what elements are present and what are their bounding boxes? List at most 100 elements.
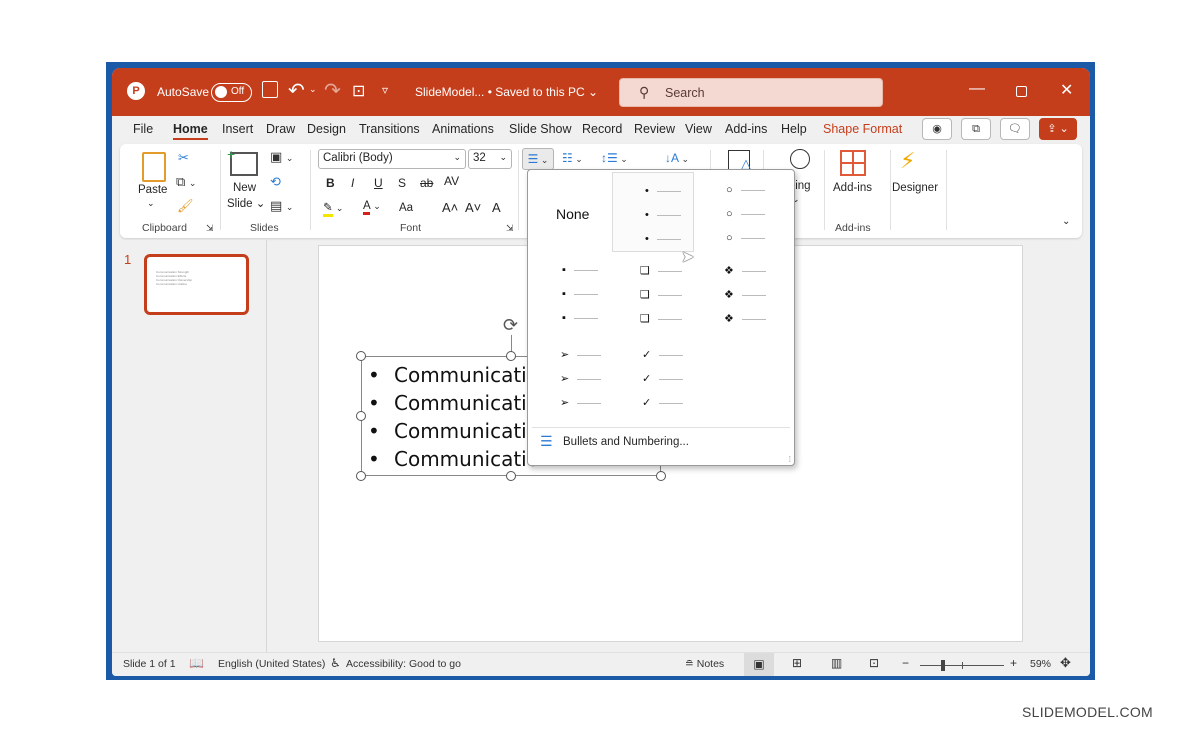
text-direction-button[interactable]: ↓A ⌄ [665, 151, 689, 165]
autosave-toggle[interactable]: Off [211, 83, 252, 102]
accessibility-icon[interactable]: ♿ [330, 656, 341, 670]
reading-view-button[interactable]: ▥ [831, 656, 842, 670]
dialog-launcher-icon[interactable]: ⇲ [506, 223, 514, 234]
format-painter-icon[interactable]: 🖌 [177, 198, 194, 214]
font-name-combo[interactable]: Calibri (Body) ⌄ [318, 149, 466, 169]
underline-button[interactable]: U [374, 176, 383, 190]
close-button[interactable]: ✕ [1060, 80, 1073, 100]
spell-check-icon[interactable]: 📖 [189, 656, 204, 670]
tab-design[interactable]: Design [307, 122, 346, 136]
section-icon[interactable]: ▤ ⌄ [270, 198, 293, 214]
bullet-option-checkmark[interactable]: ✓ ✓ ✓ [616, 344, 698, 424]
undo-dropdown-icon[interactable]: ⌄ [309, 84, 317, 95]
bullet-option-star[interactable]: ❖ ❖ ❖ [700, 258, 782, 338]
paste-button[interactable]: Paste [138, 184, 167, 196]
document-title[interactable]: SlideModel... • Saved to this PC ⌄ [415, 85, 598, 99]
slide-sorter-button[interactable]: ⊞ [792, 656, 802, 670]
tab-animations[interactable]: Animations [432, 122, 494, 136]
accessibility-status[interactable]: Accessibility: Good to go [346, 658, 461, 670]
notes-button[interactable]: ≘ Notes [685, 658, 724, 670]
zoom-slider-thumb[interactable] [940, 660, 945, 671]
tab-record[interactable]: Record [582, 122, 622, 136]
collapse-ribbon-icon[interactable]: ⌄ [1062, 216, 1070, 227]
copy-icon[interactable]: ⧉ ⌄ [176, 174, 196, 190]
zoom-out-button[interactable]: − [902, 656, 909, 670]
tab-review[interactable]: Review [634, 122, 675, 136]
tab-home[interactable]: Home [173, 122, 208, 140]
bullet-item[interactable]: • Communicatio [368, 363, 539, 387]
new-slide-button[interactable]: New [233, 182, 256, 194]
new-slide-icon[interactable]: + [227, 146, 258, 176]
grow-font-button[interactable]: A˄ [442, 200, 458, 215]
record-button[interactable]: ◉ [922, 118, 952, 140]
dialog-launcher-icon[interactable]: ⇲ [206, 223, 214, 234]
present-icon[interactable]: ⊡ [352, 81, 365, 101]
font-color-button[interactable]: A ⌄ [363, 200, 381, 215]
bullet-option-none[interactable]: None [532, 172, 614, 252]
layout-icon[interactable]: ▣ ⌄ [270, 149, 293, 165]
tab-shape-format[interactable]: Shape Format [823, 122, 902, 136]
resize-handle[interactable] [506, 351, 516, 361]
bullet-option-hollow-square[interactable]: ❑ ❑ ❑ [616, 258, 698, 338]
slide-show-button[interactable]: ⊡ [869, 656, 879, 670]
tab-insert[interactable]: Insert [222, 122, 253, 136]
resize-handle[interactable] [506, 471, 516, 481]
rotate-handle-icon[interactable]: ⟳ [503, 315, 518, 336]
normal-view-button[interactable]: ▣ [744, 653, 774, 676]
reset-icon[interactable]: ⟲ [270, 174, 281, 190]
resize-handle[interactable] [356, 351, 366, 361]
strikethrough-button[interactable]: ab [420, 176, 433, 190]
resize-handle[interactable] [356, 411, 366, 421]
change-case-button[interactable]: Aa [399, 202, 413, 214]
line-spacing-button[interactable]: ↕☰ ⌄ [601, 151, 628, 165]
search-box[interactable]: ⚲ Search [619, 78, 883, 107]
font-size-combo[interactable]: 32 ⌄ [468, 149, 512, 169]
language-status[interactable]: English (United States) [218, 658, 325, 670]
teams-button[interactable]: ⧉ [961, 118, 991, 140]
tab-draw[interactable]: Draw [266, 122, 295, 136]
bullets-and-numbering-item[interactable]: Bullets and Numbering... [563, 436, 689, 448]
highlight-color-button[interactable]: ✎ ⌄ [323, 200, 343, 217]
zoom-in-button[interactable]: + [1010, 656, 1017, 670]
zoom-slider[interactable] [920, 660, 1004, 671]
bullet-item[interactable]: • Communicatio [368, 391, 539, 415]
bullet-item[interactable]: • Communicatio [368, 447, 539, 471]
bullet-item[interactable]: • Communicatio [368, 419, 539, 443]
bullet-option-hollow-round[interactable]: ○ ○ ○ [696, 172, 778, 252]
paste-icon[interactable] [142, 152, 166, 182]
bullet-option-filled-square[interactable]: ▪ ▪ ▪ [532, 258, 614, 338]
add-ins-icon[interactable] [840, 150, 866, 176]
designer-icon[interactable]: ⚡ [900, 148, 915, 174]
clear-formatting-button[interactable]: A [492, 200, 501, 215]
shrink-font-button[interactable]: A˅ [465, 200, 481, 215]
save-icon[interactable] [262, 81, 278, 98]
bullet-option-arrow[interactable]: ➢ ➢ ➢ [532, 344, 614, 424]
search-input[interactable]: Search [665, 86, 705, 100]
tab-transitions[interactable]: Transitions [359, 122, 420, 136]
cut-icon[interactable]: ✂ [178, 150, 189, 166]
tab-add-ins[interactable]: Add-ins [725, 122, 767, 136]
resize-grip-icon[interactable]: ⁞ [789, 455, 791, 464]
tab-help[interactable]: Help [781, 122, 807, 136]
paste-dropdown-icon[interactable]: ⌄ [147, 198, 155, 209]
maximize-button[interactable] [1016, 86, 1027, 97]
new-slide-dropdown[interactable]: Slide ⌄ [227, 196, 265, 210]
numbering-button[interactable]: ☷ ⌄ [562, 151, 583, 165]
italic-button[interactable]: I [351, 176, 354, 190]
customize-toolbar-icon[interactable]: ▿ [382, 83, 388, 97]
tab-file[interactable]: File [133, 122, 153, 136]
comments-button[interactable]: 🗨 [1000, 118, 1030, 140]
fit-to-window-icon[interactable]: ✥ [1060, 655, 1071, 671]
tab-slide-show[interactable]: Slide Show [509, 122, 572, 136]
bold-button[interactable]: B [326, 176, 335, 190]
minimize-button[interactable]: — [969, 80, 985, 98]
resize-handle[interactable] [656, 471, 666, 481]
add-ins-button[interactable]: Add-ins [833, 182, 872, 194]
zoom-level[interactable]: 59% [1030, 658, 1051, 670]
shadow-button[interactable]: S [398, 176, 406, 190]
resize-handle[interactable] [356, 471, 366, 481]
designer-button[interactable]: Designer [892, 182, 938, 194]
tab-view[interactable]: View [685, 122, 712, 136]
redo-icon[interactable]: ↷ [324, 78, 341, 103]
bullets-button[interactable]: ☰ ⌄ [522, 148, 554, 170]
